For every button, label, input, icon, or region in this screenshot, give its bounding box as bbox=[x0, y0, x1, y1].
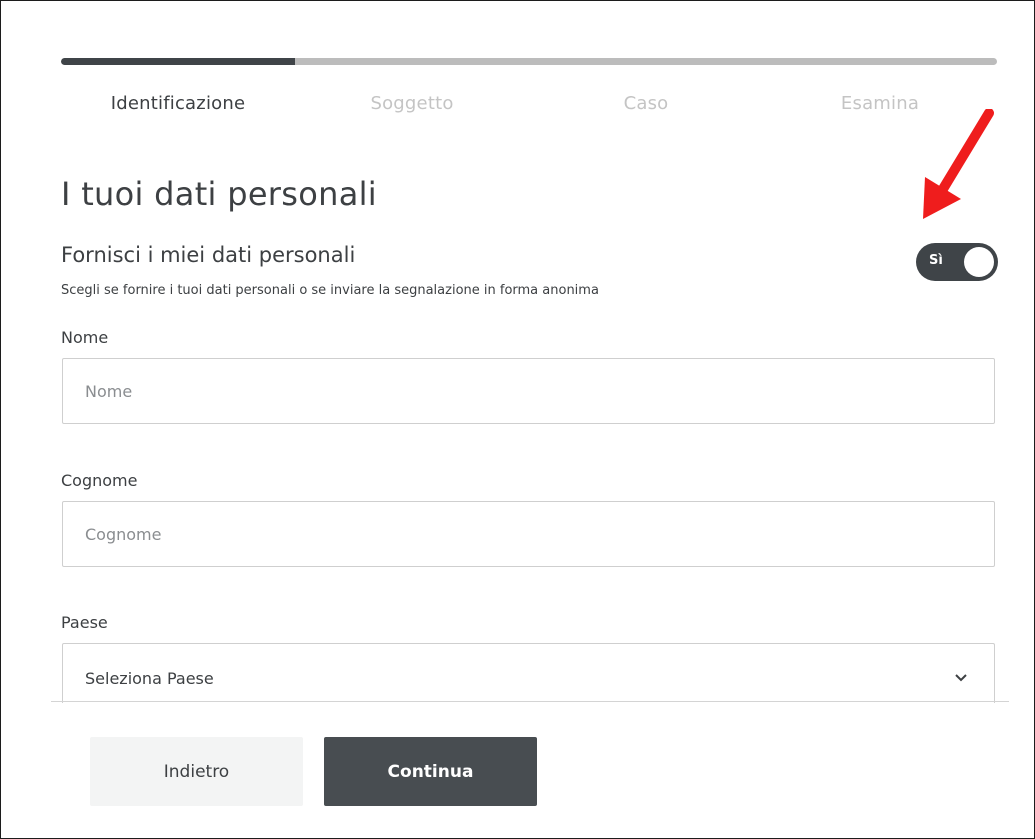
chevron-down-icon bbox=[955, 673, 967, 681]
country-label: Paese bbox=[61, 613, 108, 632]
personal-data-hint: Scegli se fornire i tuoi dati personali … bbox=[61, 283, 599, 298]
progress-fill bbox=[61, 58, 295, 65]
step-list: Identificazione Soggetto Caso Esamina bbox=[61, 93, 997, 114]
back-button[interactable]: Indietro bbox=[90, 737, 303, 806]
step-soggetto[interactable]: Soggetto bbox=[295, 93, 529, 114]
last-name-label: Cognome bbox=[61, 471, 138, 490]
country-select-value: Seleziona Paese bbox=[85, 669, 214, 688]
step-caso[interactable]: Caso bbox=[529, 93, 763, 114]
first-name-input[interactable] bbox=[62, 358, 995, 424]
footer-divider bbox=[51, 701, 1009, 702]
step-identificazione[interactable]: Identificazione bbox=[61, 93, 295, 114]
toggle-knob bbox=[964, 247, 994, 277]
form-frame: Identificazione Soggetto Caso Esamina I … bbox=[0, 0, 1035, 839]
personal-data-toggle[interactable]: Sì bbox=[916, 243, 998, 281]
progress-bar bbox=[61, 58, 997, 65]
red-arrow-icon bbox=[923, 109, 994, 219]
first-name-label: Nome bbox=[61, 328, 109, 347]
last-name-input[interactable] bbox=[62, 501, 995, 567]
country-select[interactable]: Seleziona Paese bbox=[62, 643, 995, 703]
continue-button[interactable]: Continua bbox=[324, 737, 537, 806]
toggle-label: Sì bbox=[929, 253, 943, 268]
page-title: I tuoi dati personali bbox=[61, 175, 377, 213]
personal-data-title: Fornisci i miei dati personali bbox=[61, 243, 356, 267]
